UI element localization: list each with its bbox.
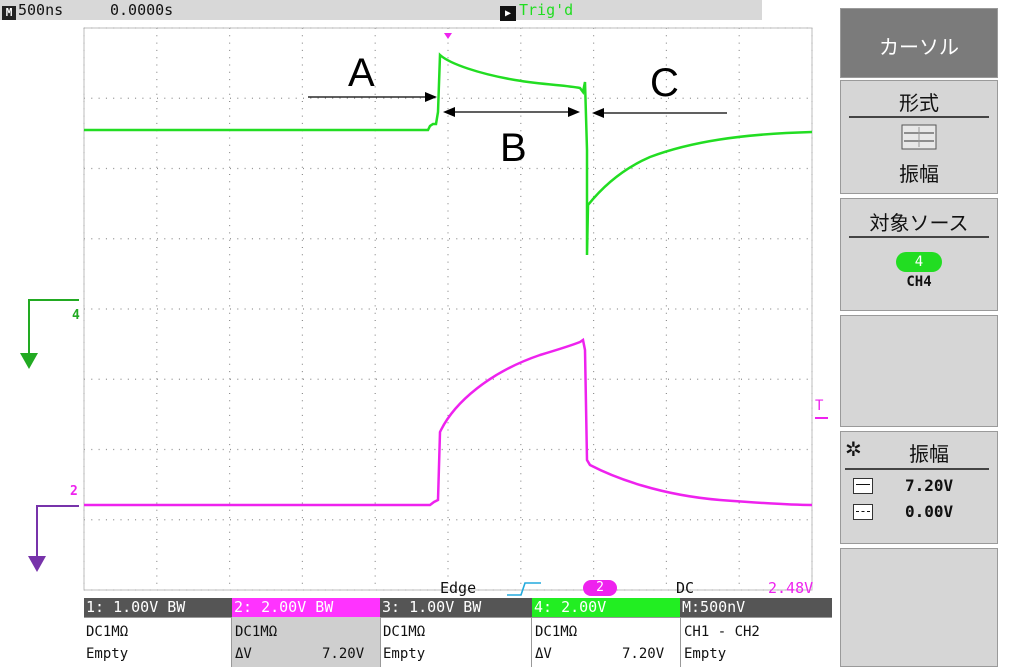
math-measure: Empty xyxy=(684,646,727,662)
trigger-source-badge: 2 xyxy=(583,580,617,596)
knob-icon: ✲ xyxy=(845,437,862,461)
math-source: CH1 - CH2 xyxy=(684,624,760,640)
table-divider xyxy=(380,617,381,667)
format-softkey[interactable]: 形式 振幅 xyxy=(840,80,998,194)
menu-title-text: カーソル xyxy=(879,35,959,59)
cursor2-value: 0.00V xyxy=(905,502,954,521)
cursor1-value: 7.20V xyxy=(905,476,954,495)
annotation-b: B xyxy=(500,126,527,170)
table-divider xyxy=(231,617,232,667)
ch4-marker-label: 4 xyxy=(72,308,80,323)
amplitude-cursor-icon xyxy=(901,124,937,150)
empty-softkey[interactable] xyxy=(840,548,998,667)
trigger-level: 2.48V xyxy=(768,579,814,597)
math-header[interactable]: M:500nV xyxy=(680,598,832,617)
ch2-measure-value: 7.20V xyxy=(322,646,365,662)
source-softkey[interactable]: 対象ソース 4 CH4 xyxy=(840,198,998,311)
source-label: 対象ソース xyxy=(841,207,997,238)
adjust-label: 振幅 xyxy=(909,442,949,466)
ch3-measure: Empty xyxy=(383,646,426,662)
ch2-marker-label: 2 xyxy=(70,484,78,499)
trigger-level-label: T xyxy=(815,398,824,414)
ch3-coupling: DC1MΩ xyxy=(383,624,426,640)
ch2-measure: ΔV xyxy=(235,646,252,662)
empty-softkey[interactable] xyxy=(840,315,998,427)
cursor1-row: 7.20V xyxy=(841,470,997,498)
ch2-header[interactable]: 2: 2.00V BW xyxy=(232,598,380,617)
ch4-header[interactable]: 4: 2.00V xyxy=(532,598,680,617)
table-divider xyxy=(680,617,681,667)
ch4-coupling: DC1MΩ xyxy=(535,624,578,640)
menu-title: カーソル xyxy=(840,8,998,78)
ch4-measure-value: 7.20V xyxy=(622,646,665,662)
annotation-c: C xyxy=(650,61,679,105)
adjust-softkey[interactable]: ✲ 振幅 7.20V 0.00V xyxy=(840,431,998,544)
adjust-header: ✲ 振幅 xyxy=(845,432,989,470)
cursor2-icon xyxy=(853,504,873,520)
source-badge: 4 xyxy=(896,252,942,272)
table-divider xyxy=(531,617,532,667)
cursor2-row: 0.00V xyxy=(841,498,997,526)
cursor1-icon xyxy=(853,478,873,494)
rising-edge-icon xyxy=(507,582,541,596)
waveform-display xyxy=(20,27,828,591)
trigger-position-marker xyxy=(444,33,452,39)
format-label: 形式 xyxy=(841,87,997,118)
ch2-coupling: DC1MΩ xyxy=(235,624,278,640)
ch4-ground-marker xyxy=(20,299,79,369)
trigger-coupling: DC xyxy=(676,579,695,597)
ch1-coupling: DC1MΩ xyxy=(86,624,129,640)
ch4-measure: ΔV xyxy=(535,646,552,662)
source-channel: CH4 xyxy=(906,274,932,290)
ch1-header[interactable]: 1: 1.00V BW xyxy=(84,598,232,617)
format-value: 振幅 xyxy=(899,162,939,186)
annotation-a: A xyxy=(348,51,375,95)
ch2-ground-marker xyxy=(28,505,79,572)
ch3-header[interactable]: 3: 1.00V BW xyxy=(380,598,532,617)
trigger-type: Edge xyxy=(440,579,477,597)
ch1-measure: Empty xyxy=(86,646,129,662)
ch4-trace xyxy=(84,52,813,256)
